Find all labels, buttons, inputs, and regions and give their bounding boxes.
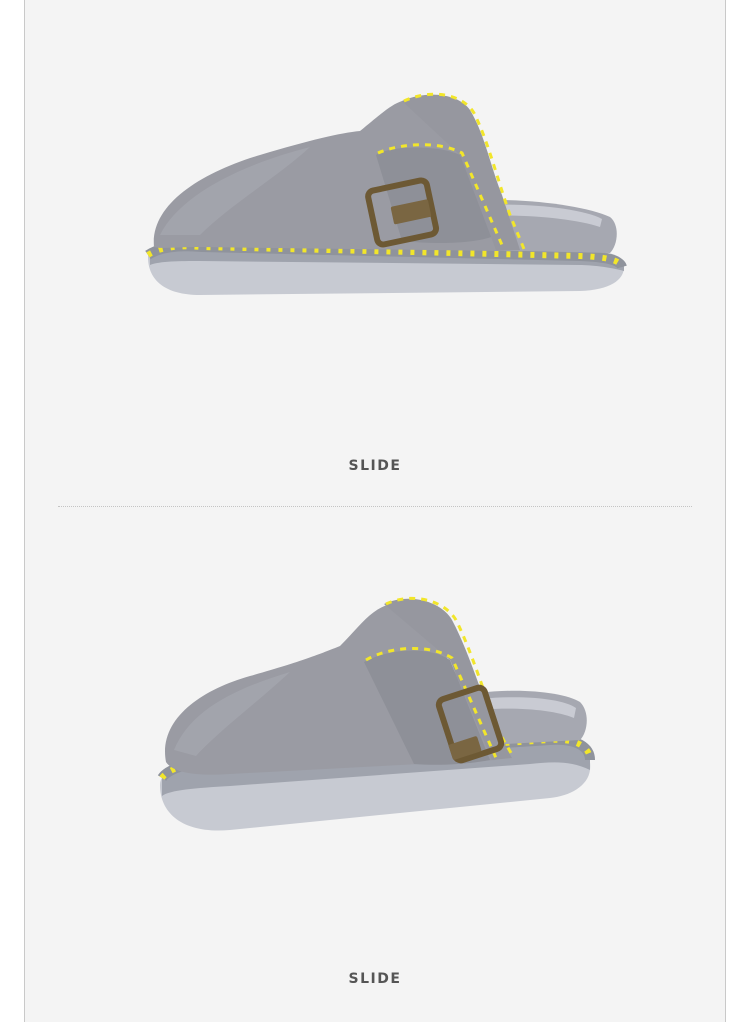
product-image-slide-angled	[157, 596, 595, 831]
product-image-slide-side	[145, 92, 627, 295]
product-caption: SLIDE	[348, 971, 402, 987]
section-divider	[58, 506, 692, 507]
product-caption: SLIDE	[348, 458, 402, 474]
product-detail-page: SLIDE SLIDE	[0, 0, 750, 1022]
